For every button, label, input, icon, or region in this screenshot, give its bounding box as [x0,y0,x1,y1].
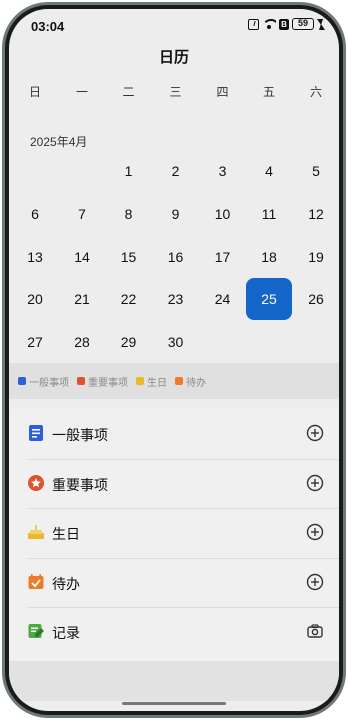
add-icon[interactable] [306,474,324,492]
quick-add-row[interactable]: 一般事项 [9,409,339,459]
status-icons: B 59 [248,18,325,30]
calendar-day[interactable]: 28 [59,321,105,363]
add-icon[interactable] [306,573,324,591]
calendar-day[interactable]: 21 [59,278,105,320]
todo-icon [175,377,183,385]
calendar-day[interactable]: 16 [153,236,199,278]
status-bar: 03:04 B 59 [9,9,339,39]
calendar-day[interactable]: 14 [59,236,105,278]
quick-add-label: 记录 [52,625,80,641]
list-icon [18,377,26,385]
calendar-day[interactable]: 27 [12,321,58,363]
cake-icon [27,523,45,541]
bottom-area [9,661,339,701]
legend-item: 一般事项 [18,374,69,389]
weekday-label: 一 [75,85,88,99]
legend-item: 待办 [175,374,206,389]
weekday-header: 日一二三四五六 [9,83,339,99]
b-badge-icon: B [279,18,289,30]
battery-icon: 59 [292,18,314,30]
nfc-icon [248,18,259,30]
calendar-day[interactable]: 12 [293,193,339,235]
calendar-day[interactable]: 6 [12,193,58,235]
camera-icon[interactable] [306,622,324,640]
calendar-day[interactable]: 13 [12,236,58,278]
legend-label: 待办 [186,377,206,389]
calendar-day-selected[interactable]: 25 [246,278,292,320]
quick-add-label: 一般事项 [52,427,108,443]
category-legend: 一般事项 重要事项 生日 待办 [9,363,339,399]
calendar-day[interactable]: 4 [246,150,292,192]
legend-label: 一般事项 [29,377,69,389]
home-indicator[interactable] [122,702,226,705]
cake-icon [136,377,144,385]
add-icon[interactable] [306,424,324,442]
calendar-day[interactable]: 10 [200,193,246,235]
star-icon [27,474,45,492]
list-icon [27,424,45,442]
weekday-label: 二 [122,85,135,99]
star-icon [77,377,85,385]
legend-label: 重要事项 [88,377,128,389]
add-icon[interactable] [306,523,324,541]
quick-add-row[interactable]: 记录 [9,607,339,657]
calendar-day[interactable]: 2 [153,150,199,192]
weekday-label: 五 [262,85,275,99]
quick-add-row[interactable]: 待办 [9,558,339,608]
calendar-day[interactable]: 17 [200,236,246,278]
month-label: 2025年4月 [30,135,88,149]
calendar-day[interactable]: 29 [106,321,152,363]
quick-add-label: 重要事项 [52,477,108,493]
phone-frame: 03:04 B 59 日历 日一二三四五六 2025年4月 1234567891… [2,2,346,718]
calendar-day[interactable]: 18 [246,236,292,278]
legend-item: 生日 [136,374,167,389]
calendar-day[interactable]: 8 [106,193,152,235]
calendar-day[interactable]: 22 [106,278,152,320]
weekday-label: 六 [309,85,322,99]
phone-bezel: 03:04 B 59 日历 日一二三四五六 2025年4月 1234567891… [5,5,343,715]
todo-icon [27,573,45,591]
charging-icon [317,18,325,30]
status-time: 03:04 [31,19,65,34]
quick-add-panel: 一般事项重要事项生日待办记录 [9,409,339,661]
calendar-day[interactable]: 5 [293,150,339,192]
calendar-day[interactable]: 24 [200,278,246,320]
calendar-day[interactable]: 30 [153,321,199,363]
calendar-day[interactable]: 1 [106,150,152,192]
weekday-label: 日 [28,85,41,99]
quick-add-label: 生日 [52,526,80,542]
page-title: 日历 [158,49,189,66]
screen: 03:04 B 59 日历 日一二三四五六 2025年4月 1234567891… [9,9,339,711]
weekday-label: 四 [216,85,229,99]
calendar-day[interactable]: 15 [106,236,152,278]
calendar-day[interactable]: 23 [153,278,199,320]
calendar-day[interactable]: 7 [59,193,105,235]
quick-add-label: 待办 [52,576,80,592]
legend-label: 生日 [147,377,167,389]
calendar-day[interactable]: 9 [153,193,199,235]
wifi-icon [262,19,276,29]
quick-add-row[interactable]: 生日 [9,508,339,558]
calendar-day[interactable]: 19 [293,236,339,278]
quick-add-row[interactable]: 重要事项 [9,459,339,509]
calendar-day[interactable]: 26 [293,278,339,320]
calendar-day[interactable]: 20 [12,278,58,320]
note-icon [27,622,45,640]
legend-item: 重要事项 [77,374,128,389]
weekday-label: 三 [169,85,182,99]
calendar-day[interactable]: 11 [246,193,292,235]
calendar-day[interactable]: 3 [200,150,246,192]
